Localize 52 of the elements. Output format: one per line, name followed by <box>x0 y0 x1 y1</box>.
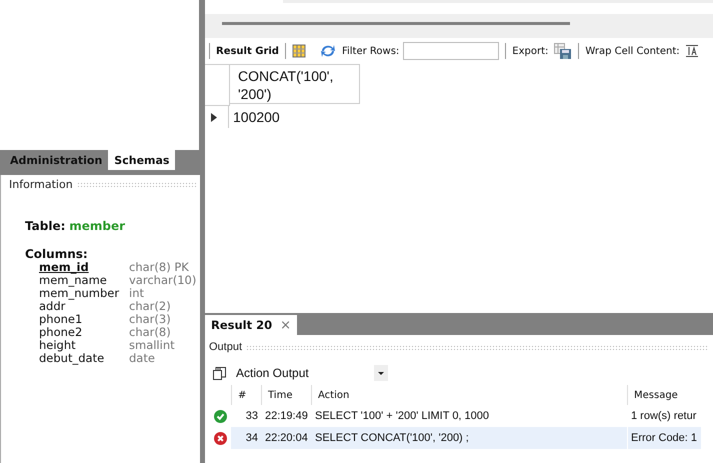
column-header[interactable]: Message <box>627 385 678 405</box>
column-type: date <box>129 352 156 365</box>
column-name: mem_name <box>39 274 108 287</box>
export-icon[interactable] <box>554 42 572 60</box>
column-type: char(8) <box>129 326 172 339</box>
message-text: Error Code: 1 <box>631 432 698 444</box>
close-icon[interactable]: × <box>280 318 292 332</box>
row-number: 34 <box>246 432 258 444</box>
column-type: varchar(10) <box>129 274 198 287</box>
column-name: mem_id <box>39 261 90 274</box>
current-row-icon <box>211 112 217 122</box>
scrollbar[interactable] <box>222 22 570 25</box>
refresh-icon[interactable] <box>320 44 336 58</box>
section-title: Output <box>209 341 242 353</box>
time-text: 22:19:49 <box>265 410 308 422</box>
column-type: char(2) <box>129 300 172 313</box>
column-header[interactable]: # <box>231 385 261 405</box>
column-type: int <box>129 287 145 300</box>
filter-field[interactable] <box>403 42 500 60</box>
column-type: char(8) PK <box>129 261 190 274</box>
message-text: 1 row(s) retur <box>631 410 696 422</box>
grid-columns-icon[interactable] <box>292 44 306 58</box>
table-label: Table: <box>25 219 66 233</box>
column-name: addr <box>39 300 66 313</box>
output-type-dropdown[interactable]: Action Output <box>236 366 364 380</box>
copy-icon[interactable] <box>213 366 226 380</box>
column-name: phone1 <box>39 313 84 326</box>
table-cell-text: 100200 <box>232 108 281 127</box>
action-text: SELECT '100' + '200' LIMIT 0, 1000 <box>315 410 490 422</box>
column-name: mem_number <box>39 287 120 300</box>
result-grid-label: Result Grid <box>216 46 279 56</box>
sidebar-tab[interactable]: Schemas <box>108 150 176 170</box>
wrap-text-icon[interactable] <box>686 45 698 57</box>
column-header[interactable]: CONCAT('100', '200') <box>230 64 360 104</box>
column-type: smallint <box>129 339 176 352</box>
column-type: char(3) <box>129 313 172 326</box>
wrap-cell-label: Wrap Cell Content: <box>585 46 680 56</box>
section-title: Information <box>9 178 73 191</box>
column-name: phone2 <box>39 326 84 339</box>
sidebar-tab[interactable]: Administration <box>4 150 108 170</box>
table-name: member <box>69 219 126 233</box>
column-name: height <box>39 339 76 352</box>
column-header[interactable]: Time <box>261 385 311 405</box>
column-header[interactable]: Action <box>311 385 627 405</box>
column-name: debut_date <box>39 352 106 365</box>
result-tab[interactable]: Result 20 × <box>205 315 298 335</box>
row-number: 33 <box>246 410 258 422</box>
export-label: Export: <box>512 46 548 56</box>
time-text: 22:20:04 <box>265 432 308 444</box>
columns-label: Columns: <box>25 247 89 261</box>
filter-label: Filter Rows: <box>342 46 400 56</box>
action-text: SELECT CONCAT('100', '200) ; <box>315 432 469 444</box>
